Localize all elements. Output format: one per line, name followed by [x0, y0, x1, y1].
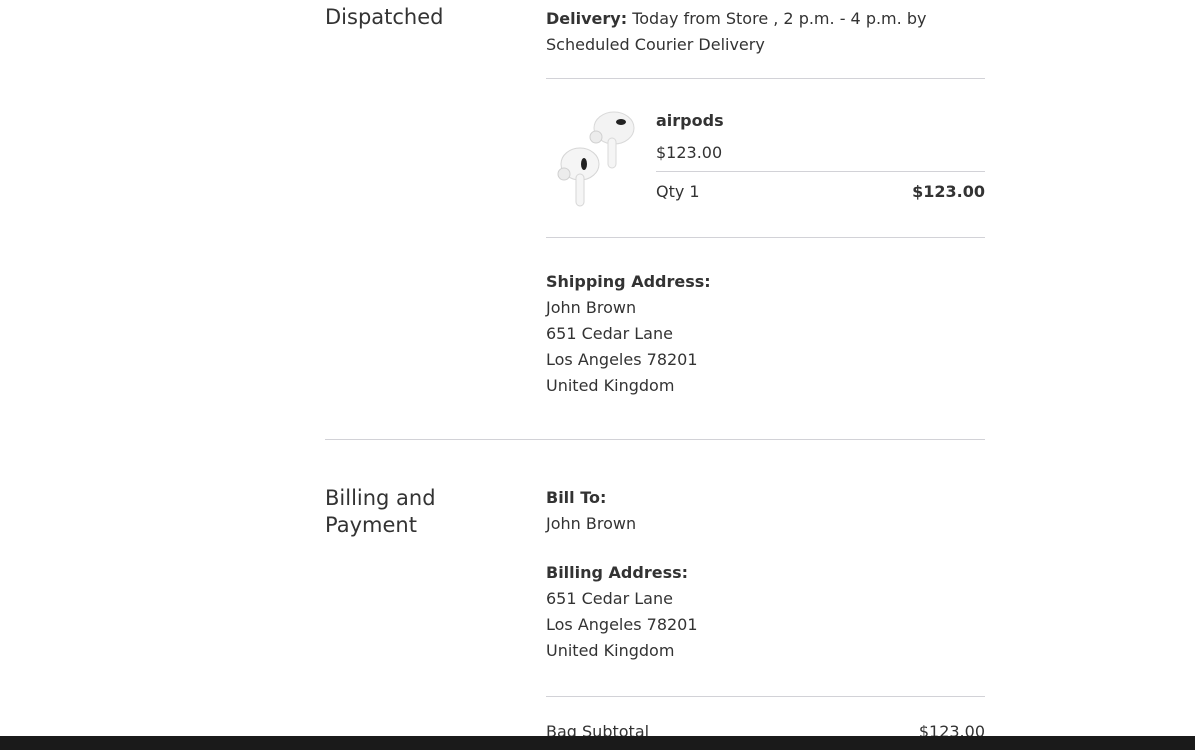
billing-address-line: United Kingdom — [546, 641, 675, 660]
shipping-address-line: 651 Cedar Lane — [546, 324, 673, 343]
bill-to: Bill To: John Brown — [546, 485, 985, 537]
bottom-bar — [0, 736, 1195, 750]
bill-to-name: John Brown — [546, 514, 637, 533]
bag-subtotal-value: $123.00 — [918, 722, 985, 736]
shipping-address: Shipping Address: John Brown 651 Cedar L… — [546, 269, 985, 399]
billing-heading: Billing and Payment — [325, 485, 436, 539]
shipping-address-line: United Kingdom — [546, 376, 675, 395]
billing-heading-line1: Billing and — [325, 486, 436, 510]
product-quantity: Qty 1 — [656, 182, 700, 201]
airpods-image — [546, 100, 646, 212]
divider — [656, 171, 985, 172]
divider — [546, 696, 985, 697]
product-price: $123.00 — [656, 143, 723, 162]
bag-subtotal-label: Bag Subtotal — [546, 722, 650, 736]
delivery-label: Delivery: — [546, 9, 628, 28]
shipping-address-label: Shipping Address: — [546, 272, 711, 291]
order-details-page: Dispatched Delivery: Today from Store , … — [0, 0, 1195, 736]
billing-address-line: Los Angeles 78201 — [546, 615, 698, 634]
dispatched-heading: Dispatched — [325, 5, 444, 29]
billing-address: Billing Address: 651 Cedar Lane Los Ange… — [546, 560, 985, 664]
product-line-total: $123.00 — [912, 182, 985, 201]
product-name[interactable]: airpods — [656, 108, 724, 134]
bag-subtotal-row: Bag Subtotal $123.00 — [546, 719, 985, 736]
divider — [546, 78, 985, 79]
shipping-address-line: John Brown — [546, 298, 637, 317]
bill-to-label: Bill To: — [546, 488, 607, 507]
billing-heading-line2: Payment — [325, 513, 417, 537]
section-divider — [325, 439, 985, 440]
divider — [546, 237, 985, 238]
billing-address-label: Billing Address: — [546, 563, 689, 582]
billing-address-line: 651 Cedar Lane — [546, 589, 673, 608]
shipping-address-line: Los Angeles 78201 — [546, 350, 698, 369]
delivery-info: Delivery: Today from Store , 2 p.m. - 4 … — [546, 6, 985, 58]
